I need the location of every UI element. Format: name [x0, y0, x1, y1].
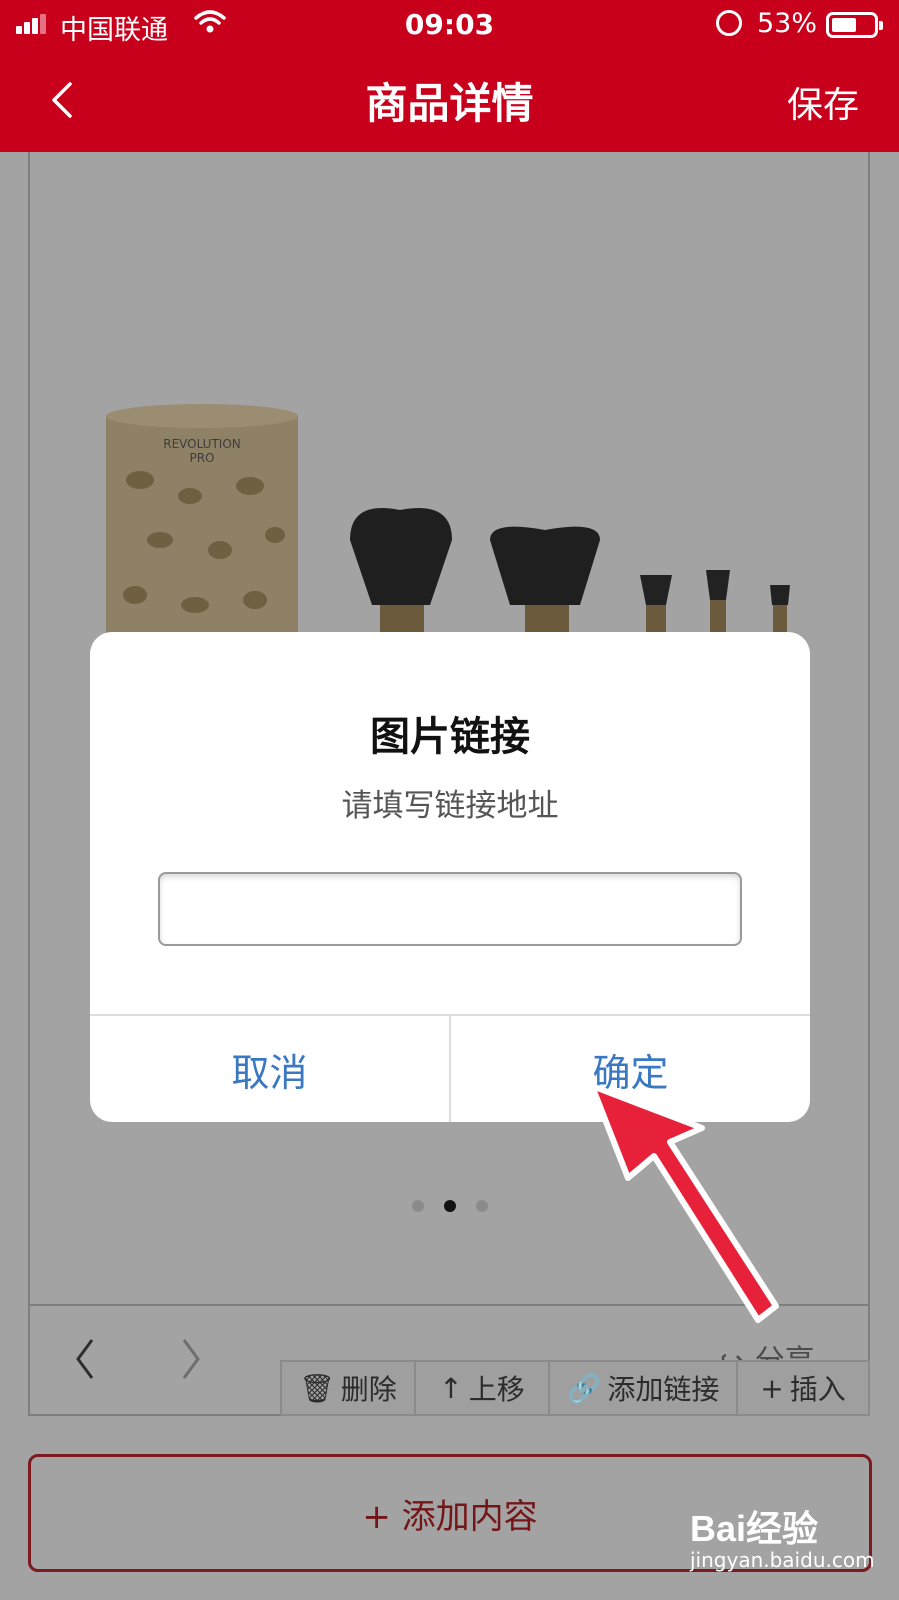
save-button[interactable]: 保存: [787, 76, 859, 128]
delete-label: 删除: [340, 1373, 397, 1406]
battery-icon: [826, 12, 883, 38]
edit-toolbar: 🗑 删除 ↑ 上移 🔗 添加链接 + 插入: [280, 1360, 870, 1416]
page-title: 商品详情: [365, 79, 534, 128]
next-arrow-icon[interactable]: [176, 1336, 206, 1382]
trash-icon: 🗑: [299, 1371, 335, 1405]
brand-text-line2: PRO: [189, 451, 214, 465]
top-bar: 中国联通 09:03 53% 商品详情 保存: [0, 0, 899, 152]
brand-text-line1: REVOLUTION: [163, 437, 241, 451]
annotation-arrow-icon: [589, 1083, 779, 1323]
plus-icon: +: [760, 1371, 784, 1405]
rotation-lock-icon: [716, 10, 742, 36]
carousel-dot[interactable]: [412, 1200, 424, 1212]
delete-button[interactable]: 🗑 删除: [280, 1360, 414, 1416]
status-bar: 中国联通 09:03 53%: [0, 0, 899, 50]
arrow-up-icon: ↑: [439, 1371, 463, 1405]
carousel-dot-active[interactable]: [444, 1200, 456, 1212]
product-image[interactable]: REVOLUTION PRO: [80, 400, 820, 640]
cancel-button[interactable]: 取消: [90, 1016, 449, 1122]
move-up-button[interactable]: ↑ 上移: [414, 1360, 548, 1416]
link-icon: 🔗: [566, 1371, 602, 1405]
add-link-button[interactable]: 🔗 添加链接: [548, 1360, 736, 1416]
watermark-url: jingyan.baidu.com: [690, 1548, 875, 1572]
dialog-title: 图片链接: [370, 714, 530, 760]
insert-label: 插入: [789, 1373, 846, 1406]
dialog-message: 请填写链接地址: [341, 788, 559, 824]
add-link-label: 添加链接: [607, 1373, 720, 1406]
battery-percent: 53%: [757, 8, 818, 39]
carousel-dot[interactable]: [476, 1200, 488, 1212]
previous-arrow-icon[interactable]: [70, 1336, 100, 1382]
insert-button[interactable]: + 插入: [736, 1360, 870, 1416]
link-url-input[interactable]: [158, 872, 742, 946]
move-up-label: 上移: [468, 1373, 525, 1406]
watermark-logo: Bai经验: [690, 1508, 819, 1549]
image-link-dialog: 图片链接 请填写链接地址 取消 确定: [90, 632, 810, 1122]
watermark: Bai经验 jingyan.baidu.com: [690, 1500, 875, 1572]
